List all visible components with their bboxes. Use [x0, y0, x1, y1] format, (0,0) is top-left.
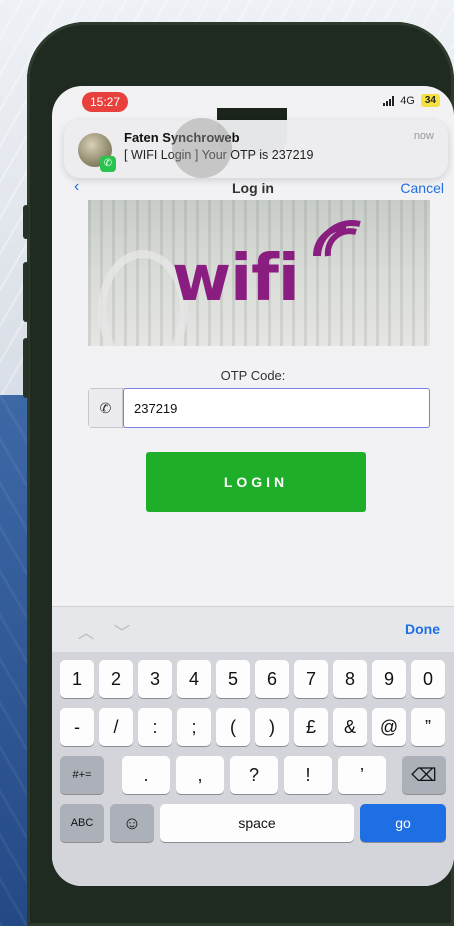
battery-icon: 34: [420, 94, 440, 107]
status-time: 15:27: [82, 92, 129, 112]
key-abc[interactable]: ABC: [60, 804, 104, 842]
touch-indicator: [172, 118, 232, 178]
key-apostrophe[interactable]: ’: [338, 756, 386, 794]
mute-switch: [23, 205, 29, 239]
otp-label: OTP Code:: [220, 368, 286, 383]
emoji-icon[interactable]: ☺: [110, 804, 154, 842]
previous-field-icon[interactable]: ︿: [78, 619, 94, 643]
key-open-paren[interactable]: (: [216, 708, 250, 746]
backspace-icon[interactable]: ⌫: [402, 756, 446, 794]
volume-down-button: [23, 338, 29, 398]
key-symbols[interactable]: #+=: [60, 756, 104, 794]
key-question[interactable]: ?: [230, 756, 278, 794]
key-semicolon[interactable]: ;: [177, 708, 211, 746]
key-ampersand[interactable]: &: [333, 708, 367, 746]
key-2[interactable]: 2: [99, 660, 133, 698]
key-3[interactable]: 3: [138, 660, 172, 698]
key-7[interactable]: 7: [294, 660, 328, 698]
key-quote[interactable]: ”: [411, 708, 445, 746]
keyboard: 1 2 3 4 5 6 7 8 9 0 - / : ; ( ) £ & @ ” …: [52, 652, 454, 886]
key-9[interactable]: 9: [372, 660, 406, 698]
keyboard-row-3: #+= . , ? ! ’ ⌫: [60, 756, 454, 796]
phone-screen: 15:27 4G 34 ‹ Log in Cancel ✆ Faten Sync…: [52, 86, 454, 886]
volume-up-button: [23, 262, 29, 322]
network-label: 4G: [400, 94, 415, 107]
key-space[interactable]: space: [160, 804, 354, 842]
key-period[interactable]: .: [122, 756, 170, 794]
keyboard-row-1: 1 2 3 4 5 6 7 8 9 0: [60, 660, 454, 700]
key-8[interactable]: 8: [333, 660, 367, 698]
notification-banner[interactable]: ✆ Faten Synchroweb [ WIFI Login ] Your O…: [64, 120, 448, 178]
cancel-button[interactable]: Cancel: [400, 180, 444, 196]
signal-icon: [383, 95, 395, 106]
key-close-paren[interactable]: ): [255, 708, 289, 746]
login-button[interactable]: LOGIN: [146, 452, 366, 512]
wifi-banner-image: wifi: [88, 200, 430, 346]
key-hyphen[interactable]: -: [60, 708, 94, 746]
key-exclamation[interactable]: !: [284, 756, 332, 794]
key-pound[interactable]: £: [294, 708, 328, 746]
key-go[interactable]: go: [360, 804, 446, 842]
key-colon[interactable]: :: [138, 708, 172, 746]
otp-field: ✆: [88, 388, 430, 428]
page-title: Log in: [232, 180, 274, 196]
phone-icon: ✆: [89, 389, 123, 427]
keyboard-row-2: - / : ; ( ) £ & @ ”: [60, 708, 454, 748]
wifi-signal-icon: [312, 220, 361, 257]
status-indicators: 4G 34: [383, 94, 440, 107]
next-field-icon[interactable]: ﹀: [114, 619, 130, 643]
key-4[interactable]: 4: [177, 660, 211, 698]
key-5[interactable]: 5: [216, 660, 250, 698]
key-at[interactable]: @: [372, 708, 406, 746]
otp-input[interactable]: [123, 388, 430, 428]
key-slash[interactable]: /: [99, 708, 133, 746]
key-6[interactable]: 6: [255, 660, 289, 698]
key-0[interactable]: 0: [411, 660, 445, 698]
keyboard-row-4: ABC ☺ space go: [60, 804, 454, 844]
done-button[interactable]: Done: [405, 621, 440, 637]
key-1[interactable]: 1: [60, 660, 94, 698]
keyboard-toolbar: ︿ ﹀ Done: [52, 606, 454, 652]
key-comma[interactable]: ,: [176, 756, 224, 794]
wifi-logo-text: wifi: [172, 242, 300, 316]
notification-time: now: [413, 130, 434, 142]
whatsapp-icon: ✆: [100, 156, 116, 172]
